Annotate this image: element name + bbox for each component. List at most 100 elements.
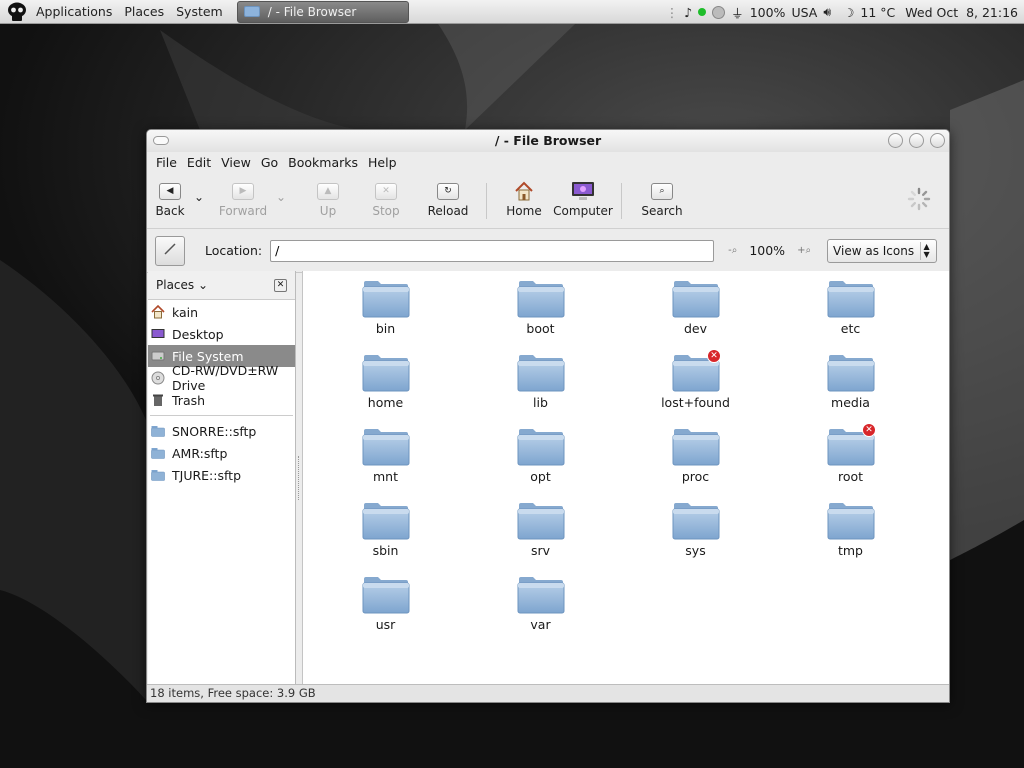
close-button[interactable] [930, 133, 945, 148]
folder-item-media[interactable]: media [773, 353, 928, 427]
reload-button[interactable]: ↻ Reload [428, 181, 468, 218]
folder-item-tmp[interactable]: tmp [773, 501, 928, 575]
battery-percent[interactable]: 100% [750, 5, 786, 20]
taskbar-button-label: / - File Browser [267, 4, 357, 19]
computer-button[interactable]: Computer [553, 181, 613, 218]
close-sidebar-button[interactable]: ✕ [274, 278, 287, 292]
power-plug-icon[interactable]: ⏚ [731, 3, 744, 22]
sidebar-item-kain[interactable]: kain [148, 301, 295, 323]
folder-item-bin[interactable]: bin [308, 279, 463, 353]
folder-item-sbin[interactable]: sbin [308, 501, 463, 575]
distro-logo-icon[interactable] [4, 0, 30, 24]
folder-name: var [530, 617, 551, 632]
zoom-level[interactable]: 100% [749, 243, 785, 258]
sidebar-item-tjure-sftp[interactable]: TJURE::sftp [148, 464, 295, 486]
window-menu-button[interactable] [153, 136, 169, 145]
places-menu[interactable]: Places [118, 0, 170, 24]
sidebar-item-desktop[interactable]: Desktop [148, 323, 295, 345]
window-titlebar[interactable]: / - File Browser [147, 130, 949, 152]
folder-name: etc [840, 321, 861, 336]
folder-item-dev[interactable]: dev [618, 279, 773, 353]
folder-item-srv[interactable]: srv [463, 501, 618, 575]
folder-item-root[interactable]: ✕ root [773, 423, 928, 501]
minimize-button[interactable] [888, 133, 903, 148]
maximize-button[interactable] [909, 133, 924, 148]
folder-name: lib [533, 395, 548, 410]
folder-icon [362, 501, 410, 541]
menu-file[interactable]: File [151, 155, 182, 170]
back-button[interactable]: ◀ Back [155, 181, 185, 218]
view-mode-select[interactable]: View as Icons ▲ ▼ [827, 238, 938, 263]
location-input[interactable] [270, 239, 715, 262]
no-access-emblem-icon: ✕ [862, 423, 876, 437]
moon-icon[interactable]: ☽ [843, 5, 854, 20]
forward-arrow-icon: ▶ [232, 182, 254, 200]
menu-help[interactable]: Help [363, 155, 402, 170]
folder-item-boot[interactable]: boot [463, 279, 618, 353]
handle-icon: ⋮ [665, 4, 679, 20]
zoom-in-icon[interactable]: +⌕ [797, 245, 811, 256]
home-button[interactable]: Home [506, 181, 542, 218]
sidebar-item-label: Desktop [172, 326, 224, 342]
search-icon: ⌕ [651, 182, 673, 200]
up-button[interactable]: ▲ Up [316, 181, 340, 218]
sidebar-item-cd-rw-dvd-rw-drive[interactable]: CD-RW/DVD±RW Drive [148, 363, 295, 393]
menu-bookmarks[interactable]: Bookmarks [283, 155, 363, 170]
menu-view[interactable]: View [216, 155, 256, 170]
zoom-out-icon[interactable]: -⌕ [728, 245, 737, 256]
home-icon [151, 305, 165, 319]
folder-item-etc[interactable]: etc [773, 279, 928, 353]
forward-history-dropdown[interactable]: ⌄ [274, 181, 288, 210]
toolbar-separator [486, 183, 487, 219]
system-menu[interactable]: System [170, 0, 229, 24]
folder-item-home[interactable]: home [308, 353, 463, 427]
folder-item-lib[interactable]: lib [463, 353, 618, 427]
menu-edit[interactable]: Edit [182, 155, 216, 170]
folder-item-opt[interactable]: opt [463, 427, 618, 501]
folder-item-proc[interactable]: proc [618, 427, 773, 501]
folder-icon [362, 427, 410, 467]
folder-icon [672, 427, 720, 467]
taskbar-button-file-browser[interactable]: / - File Browser [236, 0, 409, 23]
folder-icon [517, 501, 565, 541]
sidebar-item-label: kain [172, 304, 199, 320]
folder-name: proc [681, 469, 710, 484]
folder-icon [827, 501, 875, 541]
window-title: / - File Browser [494, 133, 602, 148]
browser-body: Places ⌄ ✕ kain Desktop File System CD-RW/D… [147, 271, 949, 684]
volume-icon[interactable]: 🔊︎ [823, 4, 831, 20]
network-icon[interactable] [712, 5, 726, 19]
folder-name: opt [530, 469, 551, 484]
keyboard-layout[interactable]: USA [791, 5, 817, 20]
sidebar-item-snorre-sftp[interactable]: SNORRE::sftp [148, 420, 295, 442]
folder-item-sys[interactable]: sys [618, 501, 773, 575]
home-button-label: Home [506, 204, 542, 218]
search-button[interactable]: ⌕ Search [641, 181, 683, 218]
music-note-icon[interactable]: ♪ [684, 5, 692, 20]
sidebar-item-label: SNORRE::sftp [172, 423, 257, 439]
folder-name: bin [375, 321, 396, 336]
weather-temperature[interactable]: 11 °C [860, 5, 895, 20]
folder-item-mnt[interactable]: mnt [308, 427, 463, 501]
sidebar-mode-select[interactable]: Places ⌄ [156, 278, 208, 292]
folder-name: usr [375, 617, 396, 632]
folder-name: home [367, 395, 404, 410]
folder-item-var[interactable]: var [463, 575, 618, 649]
folder-item-usr[interactable]: usr [308, 575, 463, 649]
sidebar-item-label: TJURE::sftp [172, 467, 242, 483]
folder-item-lost-found[interactable]: ✕ lost+found [618, 349, 773, 427]
forward-button[interactable]: ▶ Forward [218, 181, 268, 218]
file-view: bin boot dev etc home lib ✕ lost+found media mnt o… [302, 271, 949, 684]
toggle-location-button[interactable] [155, 235, 185, 266]
back-history-dropdown[interactable]: ⌄ [192, 181, 206, 210]
stop-button[interactable]: ✕ Stop [371, 181, 401, 218]
folder-name: mnt [373, 469, 398, 484]
sidebar-item-amr-sftp[interactable]: AMR:sftp [148, 442, 295, 464]
zoom-control: -⌕ 100% +⌕ [728, 243, 811, 258]
sidebar-item-label: CD-RW/DVD±RW Drive [172, 363, 279, 393]
menu-go[interactable]: Go [256, 155, 283, 170]
status-dot-icon[interactable] [698, 8, 707, 16]
clock[interactable]: Wed Oct 8, 21:16 [905, 5, 1018, 20]
applications-menu[interactable]: Applications [30, 0, 118, 24]
folder-icon [517, 279, 565, 319]
